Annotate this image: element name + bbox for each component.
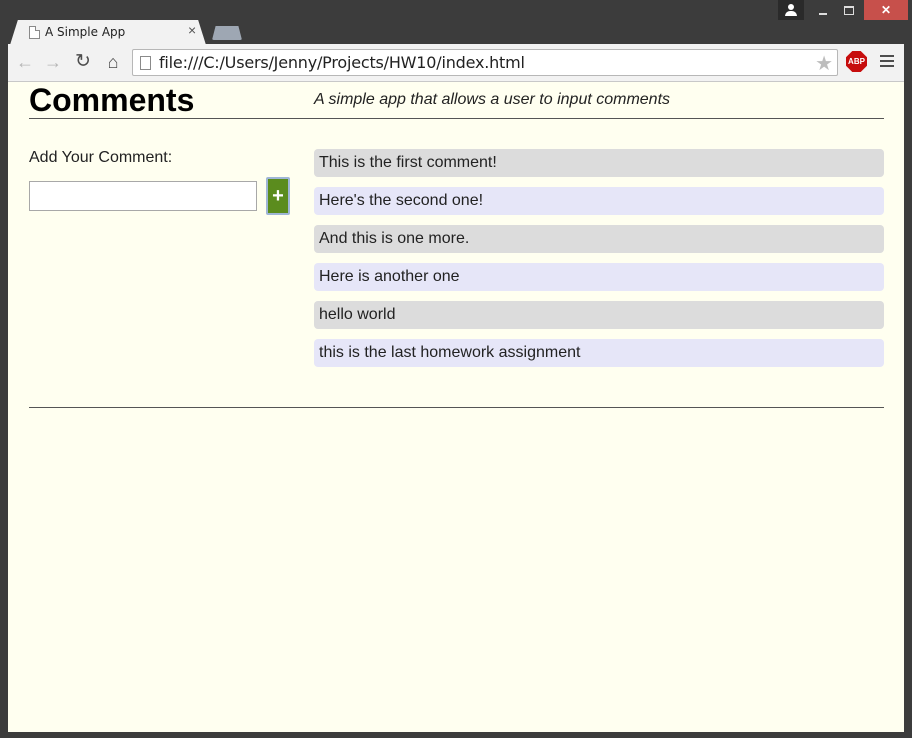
- address-bar[interactable]: file:///C:/Users/Jenny/Projects/HW10/ind…: [132, 49, 838, 76]
- reload-button[interactable]: ↻: [72, 52, 94, 72]
- back-button[interactable]: ←: [14, 52, 36, 72]
- url-text[interactable]: file:///C:/Users/Jenny/Projects/HW10/ind…: [159, 53, 525, 72]
- page-title: Comments: [29, 82, 195, 118]
- comment-list: This is the first comment! Here's the se…: [314, 149, 884, 377]
- comment-item: Here's the second one!: [314, 187, 884, 215]
- user-profile-button[interactable]: [778, 0, 804, 20]
- comment-item: Here is another one: [314, 263, 884, 291]
- comment-item: This is the first comment!: [314, 149, 884, 177]
- page-icon: [140, 56, 151, 70]
- maximize-button[interactable]: [836, 0, 862, 20]
- page-subtitle: A simple app that allows a user to input…: [314, 91, 671, 108]
- new-tab-button[interactable]: [212, 26, 242, 40]
- comment-item: And this is one more.: [314, 225, 884, 253]
- page-header: Comments A simple app that allows a user…: [29, 82, 884, 119]
- close-window-button[interactable]: ✕: [864, 0, 908, 20]
- user-icon-body: [785, 11, 797, 16]
- browser-tab[interactable]: A Simple App ×: [10, 20, 206, 45]
- forward-button[interactable]: →: [42, 52, 64, 72]
- browser-toolbar: ← → ↻ ⌂ file:///C:/Users/Jenny/Projects/…: [8, 44, 904, 82]
- comment-item: hello world: [314, 301, 884, 329]
- home-button[interactable]: ⌂: [102, 52, 124, 72]
- minimize-button[interactable]: [810, 0, 836, 20]
- bookmark-star-icon[interactable]: ★: [815, 51, 833, 76]
- user-icon: [788, 4, 794, 10]
- add-comment-label: Add Your Comment:: [29, 149, 173, 166]
- add-comment-button[interactable]: +: [266, 177, 290, 215]
- page-icon: [29, 26, 40, 39]
- comment-item: this is the last homework assignment: [314, 339, 884, 367]
- page-viewport: Comments A simple app that allows a user…: [8, 82, 904, 732]
- tab-close-button[interactable]: ×: [188, 22, 196, 38]
- comment-input[interactable]: [29, 181, 257, 211]
- tab-title: A Simple App: [45, 25, 126, 39]
- adblock-icon[interactable]: ABP: [846, 51, 867, 72]
- window-titlebar: A Simple App × ✕: [0, 0, 912, 45]
- footer-divider: [29, 407, 884, 408]
- menu-icon[interactable]: [880, 55, 894, 70]
